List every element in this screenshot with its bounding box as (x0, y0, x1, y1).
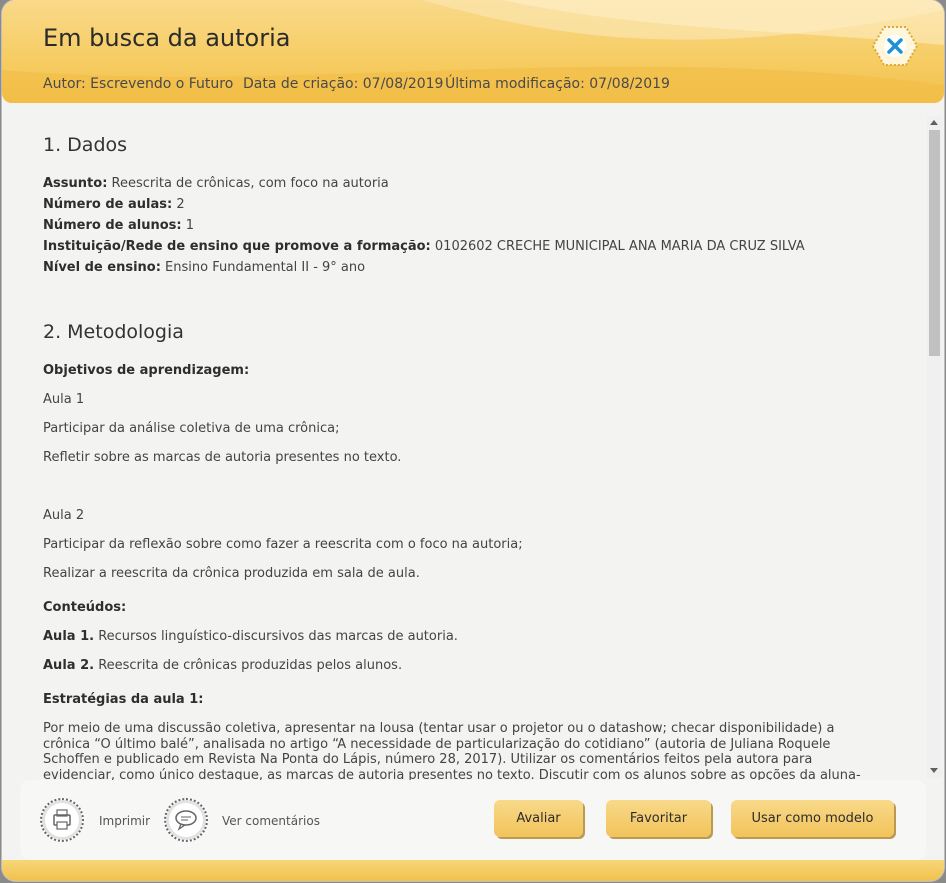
objectives-label: Objetivos de aprendizagem: (43, 363, 249, 378)
aula1-item: Refletir sobre as marcas de autoria pres… (43, 450, 402, 465)
created-date: Data de criação: 07/08/2019 (243, 76, 444, 92)
close-button[interactable] (871, 25, 919, 67)
aula1-label: Aula 1 (43, 392, 85, 407)
print-button[interactable] (40, 798, 84, 842)
author-text: Autor: Escrevendo o Futuro (43, 76, 234, 92)
field-label: Assunto: (43, 176, 108, 191)
contents-label: Conteúdos: (43, 600, 126, 615)
field-numero-alunos: Número de alunos: 1 (43, 218, 194, 233)
print-icon (53, 809, 71, 830)
aula2-item: Realizar a reescrita da crônica produzid… (43, 566, 420, 581)
field-value: 1 (181, 218, 195, 233)
comments-icon (175, 810, 197, 831)
comments-button[interactable] (164, 798, 208, 842)
modal-footer: Imprimir Ver comentários Avaliar Favorit… (20, 780, 926, 860)
field-label: Número de aulas: (43, 197, 173, 212)
section-metodologia-heading: 2. Metodologia (43, 321, 184, 343)
print-label[interactable]: Imprimir (99, 814, 150, 828)
aula2-label: Aula 2 (43, 508, 85, 523)
comments-label[interactable]: Ver comentários (222, 814, 320, 828)
plan-content: 1. Dados Assunto: Reescrita de crônicas,… (4, 103, 926, 780)
modified-date: Última modificação: 07/08/2019 (445, 76, 670, 92)
aula1-item: Participar da análise coletiva de uma cr… (43, 421, 340, 436)
scrollbar-thumb[interactable] (929, 130, 940, 356)
vertical-scrollbar[interactable] (927, 116, 942, 778)
field-label: Nível de ensino: (43, 260, 161, 275)
field-label: Número de alunos: (43, 218, 182, 233)
content-label: Aula 1. (43, 629, 95, 644)
strategies-label: Estratégias da aula 1: (43, 692, 203, 707)
strategies-label-text: Estratégias da aula 1: (43, 692, 204, 707)
field-instituicao: Instituição/Rede de ensino que promove a… (43, 239, 805, 254)
objectives-label-text: Objetivos de aprendizagem: (43, 363, 250, 378)
content-label: Aula 2. (43, 658, 95, 673)
page-title: Em busca da autoria (43, 24, 291, 52)
field-value: Ensino Fundamental II - 9° ano (160, 260, 366, 275)
contents-label-text: Conteúdos: (43, 600, 127, 615)
plan-modal: Em busca da autoria Autor: Escrevendo o … (2, 0, 944, 881)
strategies-text: Por meio de uma discussão coletiva, apre… (43, 721, 861, 780)
content-aula1: Aula 1. Recursos linguístico-discursivos… (43, 629, 458, 644)
modal-header: Em busca da autoria Autor: Escrevendo o … (2, 0, 944, 103)
content-value: Reescrita de crônicas produzidas pelos a… (94, 658, 403, 673)
field-numero-aulas: Número de aulas: 2 (43, 197, 185, 212)
use-as-template-button[interactable]: Usar como modelo (731, 800, 894, 837)
scroll-down-arrow-icon[interactable] (930, 768, 938, 773)
aula2-item: Participar da reflexão sobre como fazer … (43, 537, 523, 552)
content-aula2: Aula 2. Reescrita de crônicas produzidas… (43, 658, 402, 673)
field-value: 0102602 CRECHE MUNICIPAL ANA MARIA DA CR… (430, 239, 805, 254)
scroll-up-arrow-icon[interactable] (930, 120, 938, 125)
field-nivel-ensino: Nível de ensino: Ensino Fundamental II -… (43, 260, 365, 275)
close-icon (871, 26, 919, 66)
favorite-button[interactable]: Favoritar (606, 800, 711, 837)
field-label: Instituição/Rede de ensino que promove a… (43, 239, 431, 254)
rate-button[interactable]: Avaliar (494, 800, 583, 837)
field-value: 2 (172, 197, 185, 212)
section-dados-heading: 1. Dados (43, 134, 128, 156)
field-assunto: Assunto: Reescrita de crônicas, com foco… (43, 176, 389, 191)
footer-decoration (2, 860, 944, 881)
field-value: Reescrita de crônicas, com foco na autor… (107, 176, 389, 191)
content-value: Recursos linguístico-discursivos das mar… (94, 629, 458, 644)
